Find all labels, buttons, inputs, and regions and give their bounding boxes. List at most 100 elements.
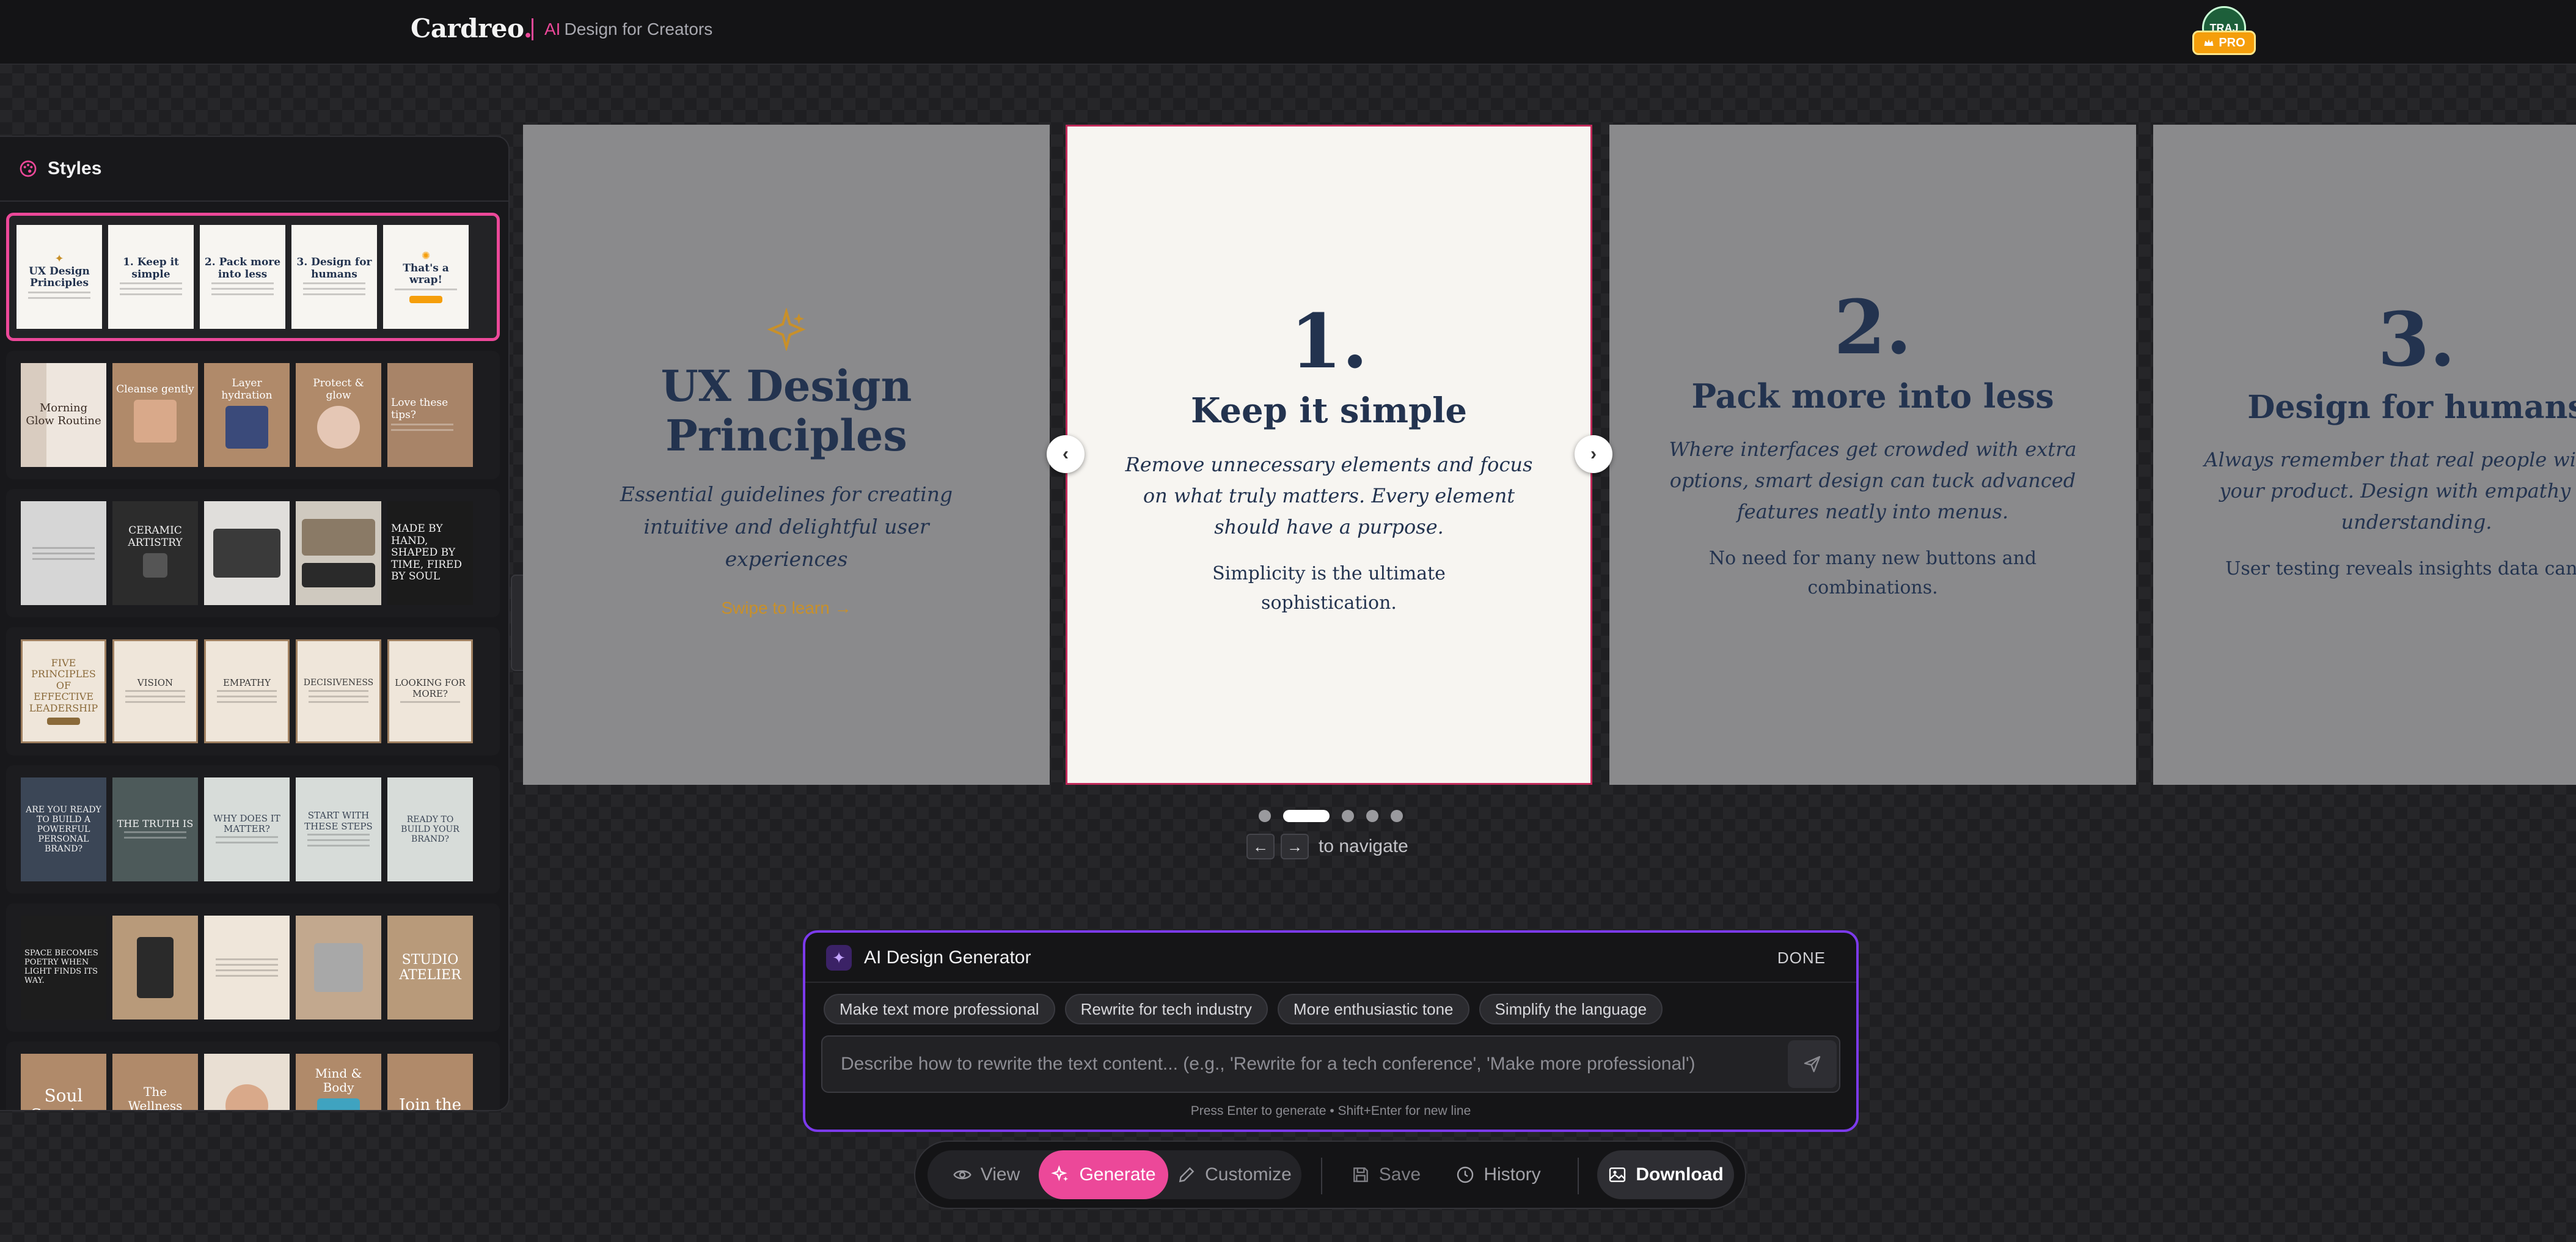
download-button[interactable]: Download (1597, 1150, 1734, 1199)
suggestion-chip[interactable]: More enthusiastic tone (1277, 994, 1469, 1024)
styles-panel-header: Styles (0, 137, 508, 202)
style-thumb: 3. Design for humans (291, 225, 377, 329)
style-option-wellness[interactable]: Soul Session The Wellness Journey Mind &… (6, 1042, 500, 1110)
styles-panel-title: Styles (48, 158, 102, 178)
style-thumb: EMPATHY (204, 639, 290, 743)
style-thumb: The Wellness Journey (112, 1054, 198, 1110)
carousel-dot[interactable] (1342, 810, 1354, 822)
suggestion-chip[interactable]: Rewrite for tech industry (1064, 994, 1268, 1024)
sparkle-icon: ✺ (421, 250, 431, 263)
prompt-input[interactable] (822, 1037, 1776, 1092)
sparkles-icon (1051, 1165, 1069, 1181)
style-thumb (296, 501, 381, 605)
style-thumb: Cleanse gently (112, 363, 198, 467)
send-button[interactable] (1788, 1040, 1837, 1088)
slide-body: Where interfaces get crowded with extra … (1669, 438, 2077, 524)
style-option-ux-principles[interactable]: ✦ UX Design Principles 1. Keep it simple… (6, 213, 500, 341)
arrow-left-key-icon: ← (1246, 834, 1275, 859)
chevron-left-icon: ‹ (1063, 444, 1069, 464)
ai-generator-header: ✦ AI Design Generator DONE (805, 933, 1856, 983)
slide-cover[interactable]: UX Design Principles Essential guideline… (523, 125, 1050, 785)
style-thumb: VISION (112, 639, 198, 743)
slide-keep-it-simple[interactable]: 1. Keep it simple Remove unnecessary ele… (1066, 125, 1592, 785)
slide-title: Pack more into less (1691, 377, 2054, 416)
arrow-right-key-icon: → (1281, 834, 1309, 859)
palette-icon (20, 160, 37, 177)
suggestion-chip[interactable]: Make text more professional (824, 994, 1055, 1024)
suggestion-chips: Make text more professional Rewrite for … (824, 994, 1663, 1024)
done-button[interactable]: DONE (1777, 949, 1826, 968)
style-option-beauty[interactable]: Morning Glow Routine Cleanse gently Laye… (6, 351, 500, 479)
ai-design-generator: ✦ AI Design Generator DONE Make text mor… (803, 930, 1859, 1132)
style-thumb (204, 1054, 290, 1110)
style-thumb (112, 916, 198, 1020)
slide-number: 3. (2377, 295, 2456, 383)
generate-mode-button[interactable]: Generate (1039, 1150, 1168, 1199)
slide-note: User testing reveals insights data canno… (2225, 557, 2576, 579)
style-option-personal-brand[interactable]: ARE YOU READY TO BUILD A POWERFUL PERSON… (6, 765, 500, 894)
style-thumb: DECISIVENESS (296, 639, 381, 743)
magic-wand-icon: ✦ (826, 945, 852, 971)
slide-design-for-humans[interactable]: 3. Design for humans Always remember tha… (2153, 125, 2576, 785)
style-thumb: SPACE BECOMES POETRY WHEN LIGHT FINDS IT… (21, 916, 106, 1020)
carousel-dot[interactable] (1283, 810, 1330, 822)
slide-note: Simplicity is the ultimate sophisticatio… (1212, 562, 1446, 614)
style-thumb (296, 916, 381, 1020)
history-button[interactable]: History (1443, 1150, 1553, 1199)
crown-icon (2204, 39, 2214, 46)
style-thumb: STUDIO ATELIER (387, 916, 473, 1020)
style-thumb (21, 501, 106, 605)
app-tagline: AI Design for Creators (532, 18, 712, 40)
style-thumb: WHY DOES IT MATTER? (204, 777, 290, 881)
slide-body: Remove unnecessary elements and focus on… (1125, 453, 1533, 539)
slide-number: 2. (1834, 283, 1912, 371)
next-slide-button[interactable]: › (1575, 435, 1612, 473)
toolbar-divider (1321, 1158, 1322, 1194)
slide-title: Design for humans (2247, 389, 2576, 426)
style-thumb: ✺ That's a wrap! (383, 225, 469, 329)
style-thumb: FIVE PRINCIPLES OF EFFECTIVE LEADERSHIP (21, 639, 106, 743)
slide-number: 1. (1290, 297, 1368, 385)
customize-mode-button[interactable]: Customize (1172, 1150, 1297, 1199)
prev-slide-button[interactable]: ‹ (1047, 435, 1085, 473)
save-button[interactable]: Save (1343, 1150, 1429, 1199)
toolbar-divider (1578, 1158, 1579, 1194)
ai-generator-title: AI Design Generator (864, 947, 1031, 968)
slide-pack-more[interactable]: 2. Pack more into less Where interfaces … (1609, 125, 2136, 785)
pencil-icon (1179, 1167, 1195, 1183)
style-option-studio[interactable]: SPACE BECOMES POETRY WHEN LIGHT FINDS IT… (6, 903, 500, 1032)
prompt-input-container (821, 1035, 1840, 1093)
slide-note: No need for many new buttons and combina… (1708, 547, 2037, 598)
image-download-icon (1609, 1167, 1626, 1182)
suggestion-chip[interactable]: Simplify the language (1479, 994, 1663, 1024)
clock-icon (1457, 1166, 1474, 1183)
style-thumb: READY TO BUILD YOUR BRAND? (387, 777, 473, 881)
floppy-disk-icon (1353, 1167, 1368, 1182)
styles-panel: Styles ✦ UX Design Principles 1. Keep it… (0, 136, 510, 1111)
style-thumb: MADE BY HAND, SHAPED BY TIME, FIRED BY S… (387, 501, 473, 605)
slide-title: Keep it simple (1190, 391, 1468, 431)
style-thumb: Mind & Body (296, 1054, 381, 1110)
app-logo[interactable]: Cardreo. (411, 13, 532, 43)
style-thumb: ARE YOU READY TO BUILD A POWERFUL PERSON… (21, 777, 106, 881)
style-thumb: THE TRUTH IS (112, 777, 198, 881)
view-mode-button[interactable]: View (937, 1150, 1035, 1199)
bottom-toolbar: View Generate Customize Save History Dow… (914, 1141, 1746, 1209)
style-thumb (204, 501, 290, 605)
chevron-right-icon: › (1590, 444, 1597, 464)
carousel-dots (1259, 809, 1403, 823)
style-option-leadership[interactable]: FIVE PRINCIPLES OF EFFECTIVE LEADERSHIP … (6, 627, 500, 755)
style-thumb: Protect & glow (296, 363, 381, 467)
style-option-ceramic[interactable]: CERAMIC ARTISTRY MADE BY HAND, SHAPED BY… (6, 489, 500, 617)
pro-badge[interactable]: PRO (2192, 31, 2256, 55)
style-thumb: 1. Keep it simple (108, 225, 194, 329)
style-thumb: ✦ UX Design Principles (16, 225, 102, 329)
top-bar: Cardreo. AI Design for Creators TRAJ PRO (0, 0, 2576, 65)
carousel-dot[interactable] (1259, 810, 1271, 822)
style-thumb: CERAMIC ARTISTRY (112, 501, 198, 605)
ai-generator-hint: Press Enter to generate • Shift+Enter fo… (1190, 1104, 1471, 1118)
style-thumb: Soul Session (21, 1054, 106, 1110)
style-thumb (204, 916, 290, 1020)
carousel-dot[interactable] (1366, 810, 1378, 822)
carousel-dot[interactable] (1391, 810, 1403, 822)
